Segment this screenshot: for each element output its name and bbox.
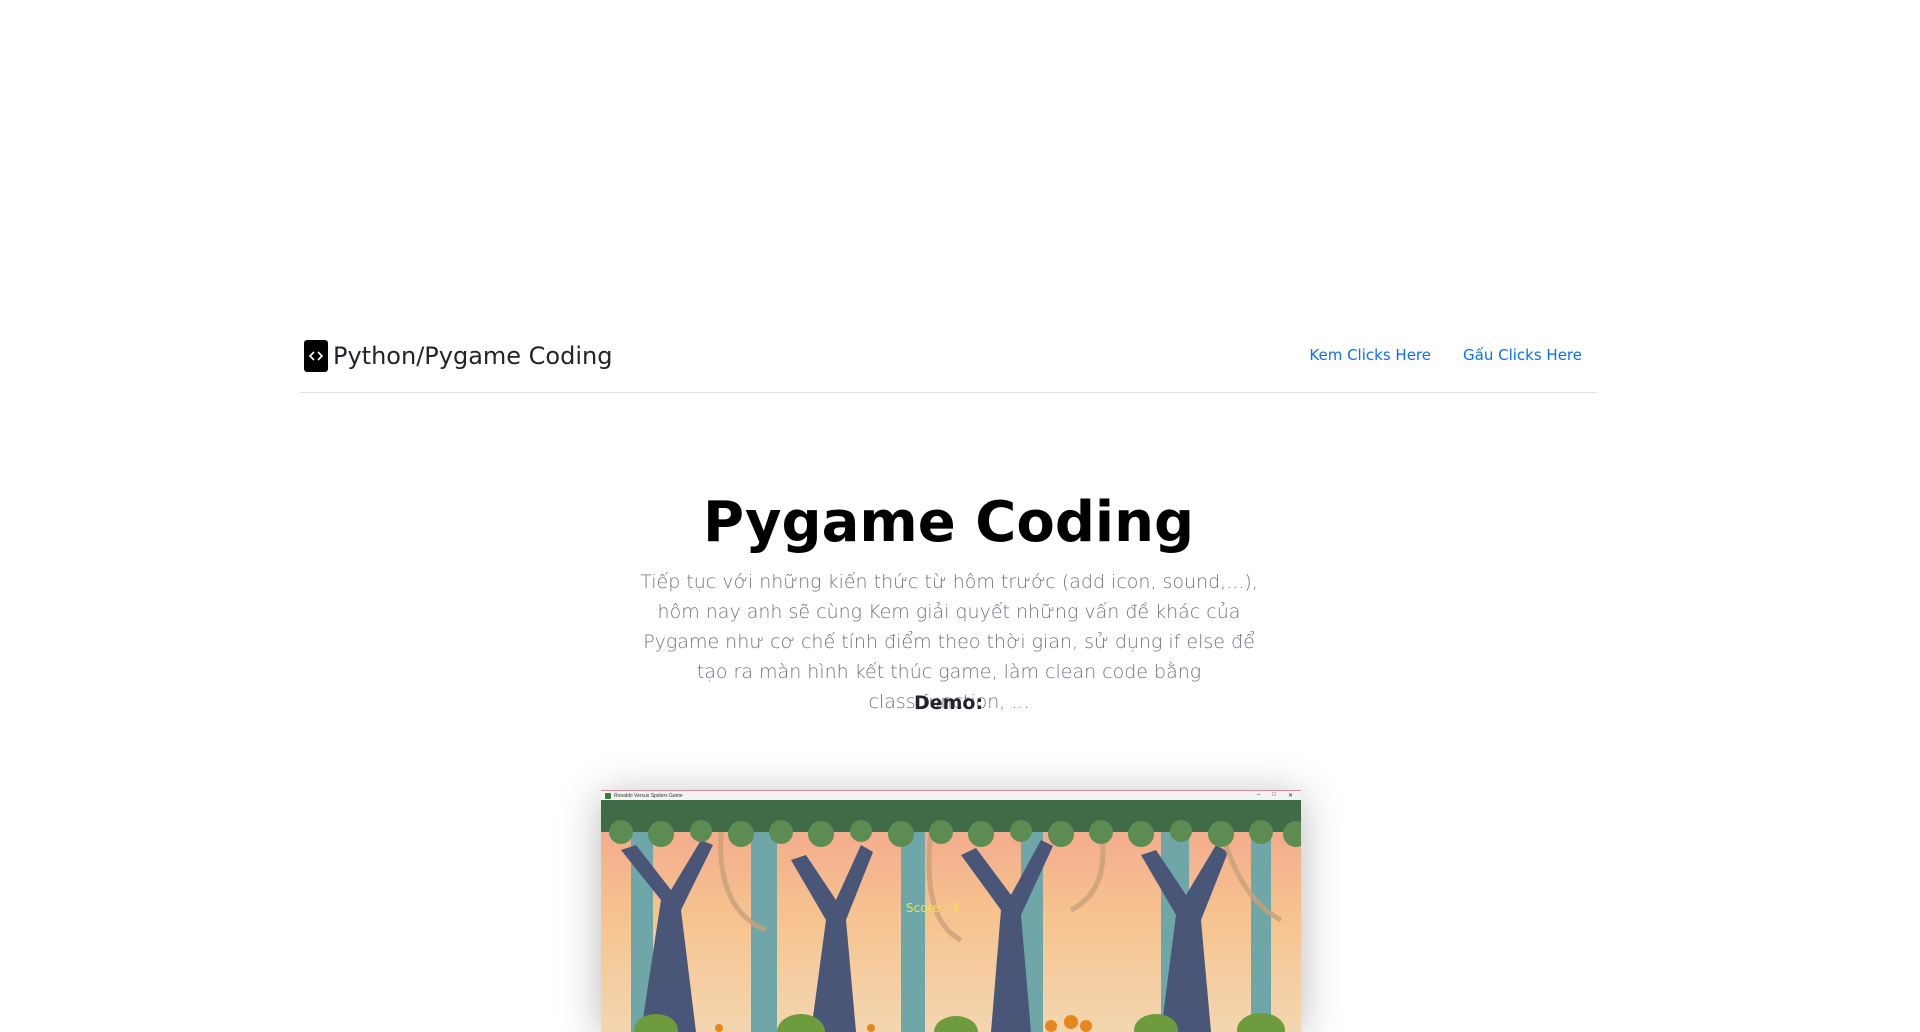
page: Python/Pygame Coding Kem Clicks Here Gấu…: [0, 0, 1920, 1032]
forest-background: [601, 800, 1301, 1032]
game-scene: Score : 3: [601, 800, 1301, 1032]
score-label: Score : 3: [906, 901, 959, 915]
brand-link[interactable]: Python/Pygame Coding: [304, 340, 612, 372]
demo-screenshot: Ronaldo Versus Spiders Game – □ ✕ Score …: [601, 790, 1301, 1032]
window-title-group: Ronaldo Versus Spiders Game: [605, 792, 683, 799]
nav-link-gau[interactable]: Gấu Clicks Here: [1463, 346, 1582, 364]
brand-title: Python/Pygame Coding: [333, 342, 613, 370]
code-icon: [304, 340, 328, 372]
nav-links: Kem Clicks Here Gấu Clicks Here: [1309, 346, 1582, 364]
demo-label: Demo:: [913, 692, 984, 714]
minimize-icon: –: [1257, 792, 1261, 798]
close-icon: ✕: [1287, 793, 1293, 799]
window-titlebar: Ronaldo Versus Spiders Game – □ ✕: [601, 790, 1301, 800]
maximize-icon: □: [1272, 792, 1276, 798]
window-title: Ronaldo Versus Spiders Game: [614, 792, 683, 799]
window-controls: – □ ✕: [1257, 792, 1293, 799]
app-icon: [605, 792, 611, 799]
page-title: Pygame Coding: [702, 490, 1195, 555]
nav-link-kem[interactable]: Kem Clicks Here: [1309, 346, 1431, 364]
navbar: Python/Pygame Coding Kem Clicks Here Gấu…: [300, 327, 1597, 393]
